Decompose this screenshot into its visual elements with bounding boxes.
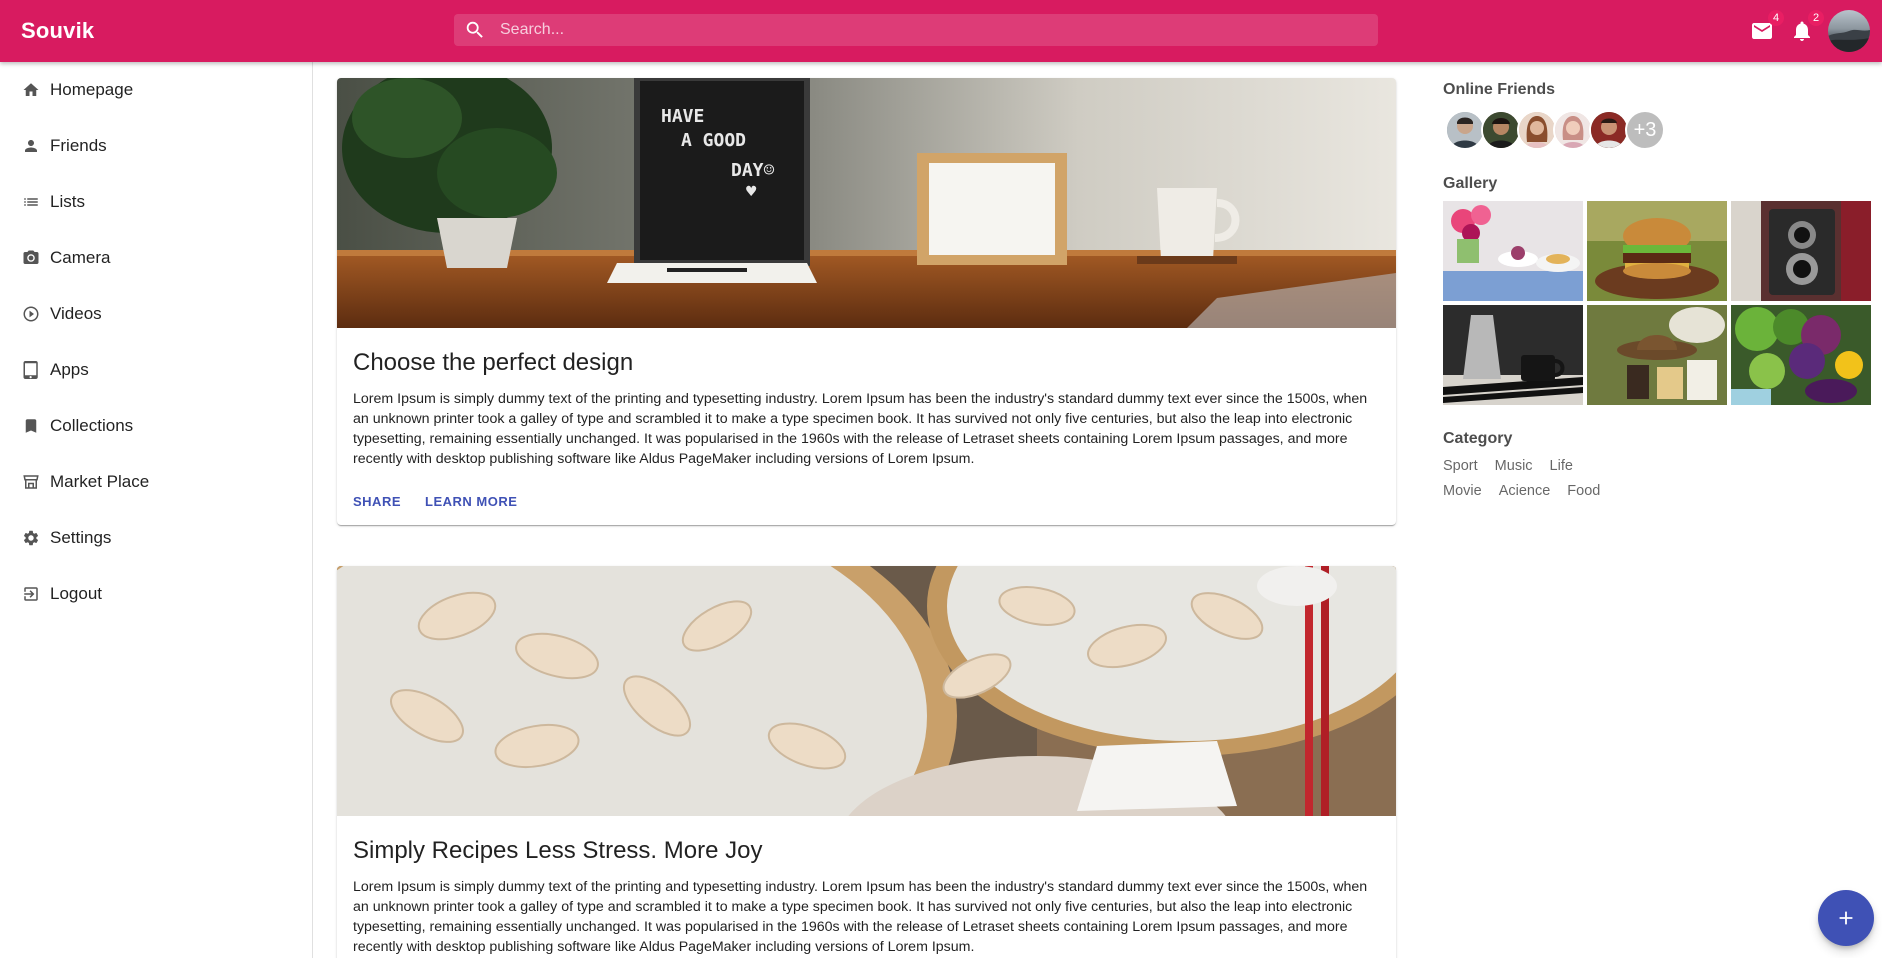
post-card: HAVE A GOOD DAY☺ ♥ Choose the perfect de…: [337, 78, 1396, 525]
image-caption-line-4: ♥: [745, 184, 758, 200]
friend-avatar[interactable]: [1445, 110, 1485, 150]
category-row: Sport Music Life: [1443, 458, 1590, 474]
sidebar-item-homepage[interactable]: Homepage: [0, 62, 312, 118]
category-music[interactable]: Music: [1495, 458, 1533, 474]
post-title: Simply Recipes Less Stress. More Joy: [353, 837, 763, 864]
sidebar: Homepage Friends Lists Camera Videos App…: [0, 62, 313, 958]
post-card: Simply Recipes Less Stress. More Joy Lor…: [337, 566, 1396, 958]
sidebar-item-lists[interactable]: Lists: [0, 174, 312, 230]
gallery-image-coffee[interactable]: [1443, 305, 1583, 405]
sidebar-item-label: Friends: [50, 136, 107, 155]
friend-avatar[interactable]: [1481, 110, 1521, 150]
category-sport[interactable]: Sport: [1443, 458, 1478, 474]
search-icon: [466, 21, 483, 38]
post-image: [337, 566, 1396, 816]
post-photo: HAVE A GOOD DAY☺ ♥: [337, 78, 1396, 328]
add-post-button[interactable]: [1818, 890, 1874, 946]
post-image: HAVE A GOOD DAY☺ ♥: [337, 78, 1396, 328]
app-logo[interactable]: Souvik: [21, 0, 94, 62]
sidebar-item-market-place[interactable]: Market Place: [0, 454, 312, 510]
category-row: Movie Acience Food: [1443, 483, 1617, 499]
play-circle-icon: [22, 305, 40, 323]
search-input[interactable]: [500, 14, 1360, 46]
person-icon: [22, 137, 40, 155]
friend-avatar[interactable]: [1517, 110, 1557, 150]
post-body: Lorem Ipsum is simply dummy text of the …: [353, 879, 1368, 955]
gallery-image-flowers[interactable]: [1443, 201, 1583, 301]
camera-icon: [22, 249, 40, 267]
sidebar-item-label: Videos: [50, 304, 102, 323]
online-friends-heading: Online Friends: [1443, 81, 1556, 98]
gear-icon: [22, 529, 40, 547]
mail-badge: 4: [1768, 10, 1784, 26]
home-icon: [22, 81, 40, 99]
post-body: Lorem Ipsum is simply dummy text of the …: [353, 391, 1368, 467]
search-bar[interactable]: [454, 14, 1378, 46]
storefront-icon: [22, 473, 40, 491]
sidebar-item-label: Collections: [50, 416, 134, 435]
sidebar-item-settings[interactable]: Settings: [0, 510, 312, 566]
app-bar: Souvik 4 2: [0, 0, 1882, 62]
gallery-image-vegetables[interactable]: [1731, 305, 1871, 405]
gallery-heading: Gallery: [1443, 175, 1498, 192]
sidebar-item-label: Apps: [50, 360, 89, 379]
sidebar-item-logout[interactable]: Logout: [0, 566, 312, 622]
post-actions: Share Learn More: [337, 469, 1396, 525]
more-friends-count[interactable]: +3: [1625, 110, 1665, 150]
sidebar-item-label: Settings: [50, 528, 112, 547]
sidebar-item-camera[interactable]: Camera: [0, 230, 312, 286]
sidebar-item-collections[interactable]: Collections: [0, 398, 312, 454]
category-acience[interactable]: Acience: [1499, 483, 1551, 499]
gallery-image-burger[interactable]: [1587, 201, 1727, 301]
sidebar-item-label: Homepage: [50, 80, 134, 99]
category-heading: Category: [1443, 430, 1513, 447]
list-icon: [22, 193, 40, 211]
friend-avatar[interactable]: [1553, 110, 1593, 150]
sidebar-item-label: Lists: [50, 192, 85, 211]
avatar-image: [1828, 29, 1870, 52]
gallery-image-hats[interactable]: [1587, 305, 1727, 405]
sidebar-item-videos[interactable]: Videos: [0, 286, 312, 342]
image-caption-line-2: A GOOD: [681, 130, 746, 151]
sidebar-item-apps[interactable]: Apps: [0, 342, 312, 398]
user-avatar[interactable]: [1828, 10, 1870, 52]
sidebar-item-label: Camera: [50, 248, 111, 267]
exit-icon: [22, 585, 40, 603]
share-button[interactable]: Share: [345, 488, 409, 515]
category-life[interactable]: Life: [1550, 458, 1573, 474]
gallery-image-camera[interactable]: [1731, 201, 1871, 301]
notifications-button[interactable]: 2: [1786, 10, 1824, 47]
notifications-badge: 2: [1808, 10, 1824, 26]
sidebar-item-label: Market Place: [50, 472, 150, 491]
bookmark-icon: [22, 417, 40, 435]
mail-button[interactable]: 4: [1746, 10, 1784, 47]
tablet-icon: [22, 361, 40, 379]
image-caption-line-1: HAVE: [661, 106, 704, 127]
sidebar-item-label: Logout: [50, 584, 102, 603]
post-title: Choose the perfect design: [353, 349, 634, 376]
category-movie[interactable]: Movie: [1443, 483, 1482, 499]
image-caption-line-3: DAY☺: [731, 160, 775, 181]
post-photo: [337, 566, 1396, 816]
category-food[interactable]: Food: [1567, 483, 1600, 499]
friend-avatar[interactable]: [1589, 110, 1629, 150]
plus-icon: [1839, 911, 1853, 925]
sidebar-item-friends[interactable]: Friends: [0, 118, 312, 174]
learn-more-button[interactable]: Learn More: [417, 488, 525, 515]
